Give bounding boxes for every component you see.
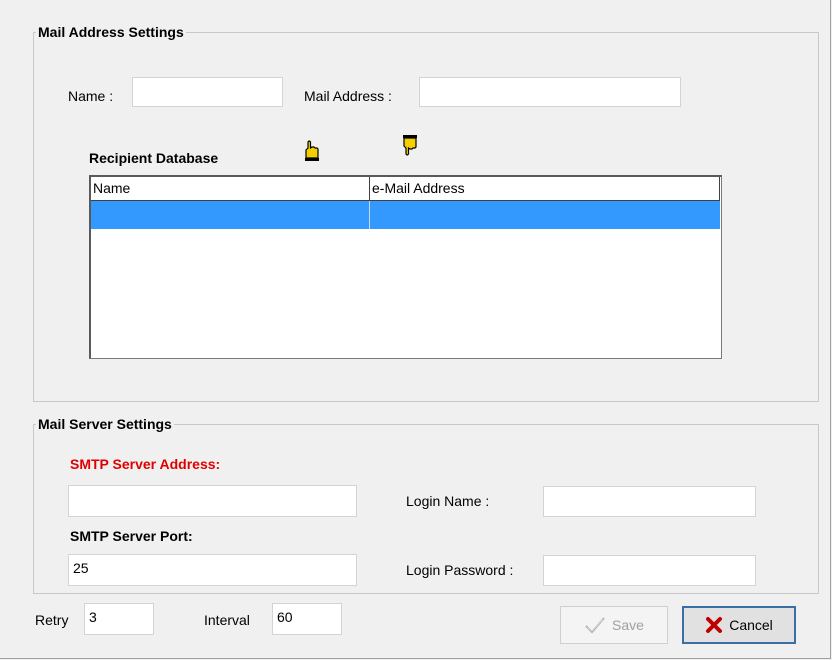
cancel-label: Cancel [729, 617, 773, 633]
name-field[interactable] [132, 77, 283, 107]
mail-address-legend: Mail Address Settings [38, 24, 184, 40]
smtp-port-label: SMTP Server Port: [70, 528, 193, 544]
mail-server-legend: Mail Server Settings [38, 416, 172, 432]
interval-label: Interval [204, 612, 250, 628]
hand-down-icon[interactable] [399, 134, 421, 158]
table-cell-name [91, 201, 370, 229]
retry-field[interactable]: 3 [84, 603, 154, 635]
table-cell-email [370, 201, 720, 229]
smtp-port-field[interactable]: 25 [68, 554, 357, 586]
retry-label: Retry [35, 612, 69, 628]
name-label: Name : [68, 88, 114, 104]
checkmark-icon [585, 617, 605, 634]
close-x-icon [706, 617, 723, 633]
mail-address-field[interactable] [419, 77, 681, 107]
save-label: Save [612, 617, 644, 633]
column-header-name[interactable]: Name [91, 177, 370, 201]
cancel-button[interactable]: Cancel [682, 606, 796, 644]
login-name-label: Login Name : [406, 493, 490, 509]
column-header-email[interactable]: e-Mail Address [370, 177, 720, 201]
login-password-field[interactable] [543, 555, 756, 586]
login-name-field[interactable] [543, 486, 756, 517]
login-password-label: Login Password : [406, 562, 514, 578]
smtp-address-field[interactable] [68, 485, 357, 517]
smtp-address-label: SMTP Server Address: [70, 456, 221, 472]
mail-address-label: Mail Address : [304, 88, 392, 104]
recipient-table[interactable]: Name e-Mail Address [89, 175, 722, 359]
interval-field[interactable]: 60 [272, 603, 342, 635]
recipient-database-title: Recipient Database [89, 150, 219, 166]
table-row-selected[interactable] [91, 201, 720, 229]
save-button[interactable]: Save [560, 606, 668, 644]
hand-up-icon[interactable] [302, 138, 324, 162]
